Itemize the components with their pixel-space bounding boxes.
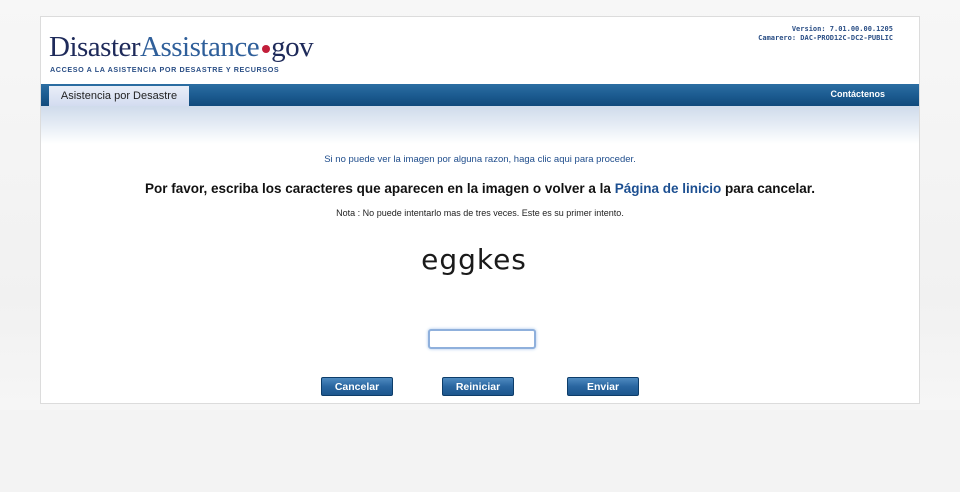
contact-link[interactable]: Contáctenos [830, 89, 885, 99]
main-nav-bar: Asistencia por Desastre Contáctenos [41, 84, 919, 106]
version-info: Version: 7.01.00.00.1205 Camarero: DAC-P… [758, 25, 893, 43]
logo-word-disaster: Disaster [49, 31, 141, 63]
page-container: DisasterAssistance gov ACCESO A LA ASISTE… [40, 16, 920, 404]
submit-button[interactable]: Enviar [567, 377, 639, 396]
reset-button[interactable]: Reiniciar [442, 377, 514, 396]
tab-disaster-assistance[interactable]: Asistencia por Desastre [49, 86, 189, 106]
instruction-text-before: Por favor, escriba los caracteres que ap… [144, 181, 615, 196]
home-page-link[interactable]: Página de linicio [615, 181, 722, 196]
captcha-instruction: Por favor, escriba los caracteres que ap… [41, 181, 919, 196]
logo-word-gov: gov [271, 31, 314, 63]
header-gradient-band [41, 106, 919, 144]
version-label: Version: 7.01.00.00.1205 [791, 25, 893, 33]
proceed-link[interactable]: Si no puede ver la imagen por alguna raz… [41, 154, 919, 165]
captcha-answer-input[interactable] [428, 329, 536, 349]
captcha-image: eggkes [421, 243, 527, 276]
cancel-button[interactable]: Cancelar [321, 377, 393, 396]
logo-word-assistance: Assistance [140, 31, 260, 63]
instruction-text-after: para cancelar. [721, 181, 816, 196]
captcha-content: Si no puede ver la imagen por alguna raz… [41, 144, 919, 403]
attempt-note: Nota : No puede intentarlo mas de tres v… [336, 208, 624, 218]
logo-dot-icon [262, 45, 271, 53]
site-logo[interactable]: DisasterAssistance gov [49, 31, 314, 63]
server-label: Camarero: DAC-PROD12C-DC2-PUBLIC [758, 34, 893, 42]
site-tagline: ACCESO A LA ASISTENCIA POR DESASTRE Y RE… [50, 65, 280, 74]
site-header: DisasterAssistance gov ACCESO A LA ASISTE… [41, 17, 919, 83]
